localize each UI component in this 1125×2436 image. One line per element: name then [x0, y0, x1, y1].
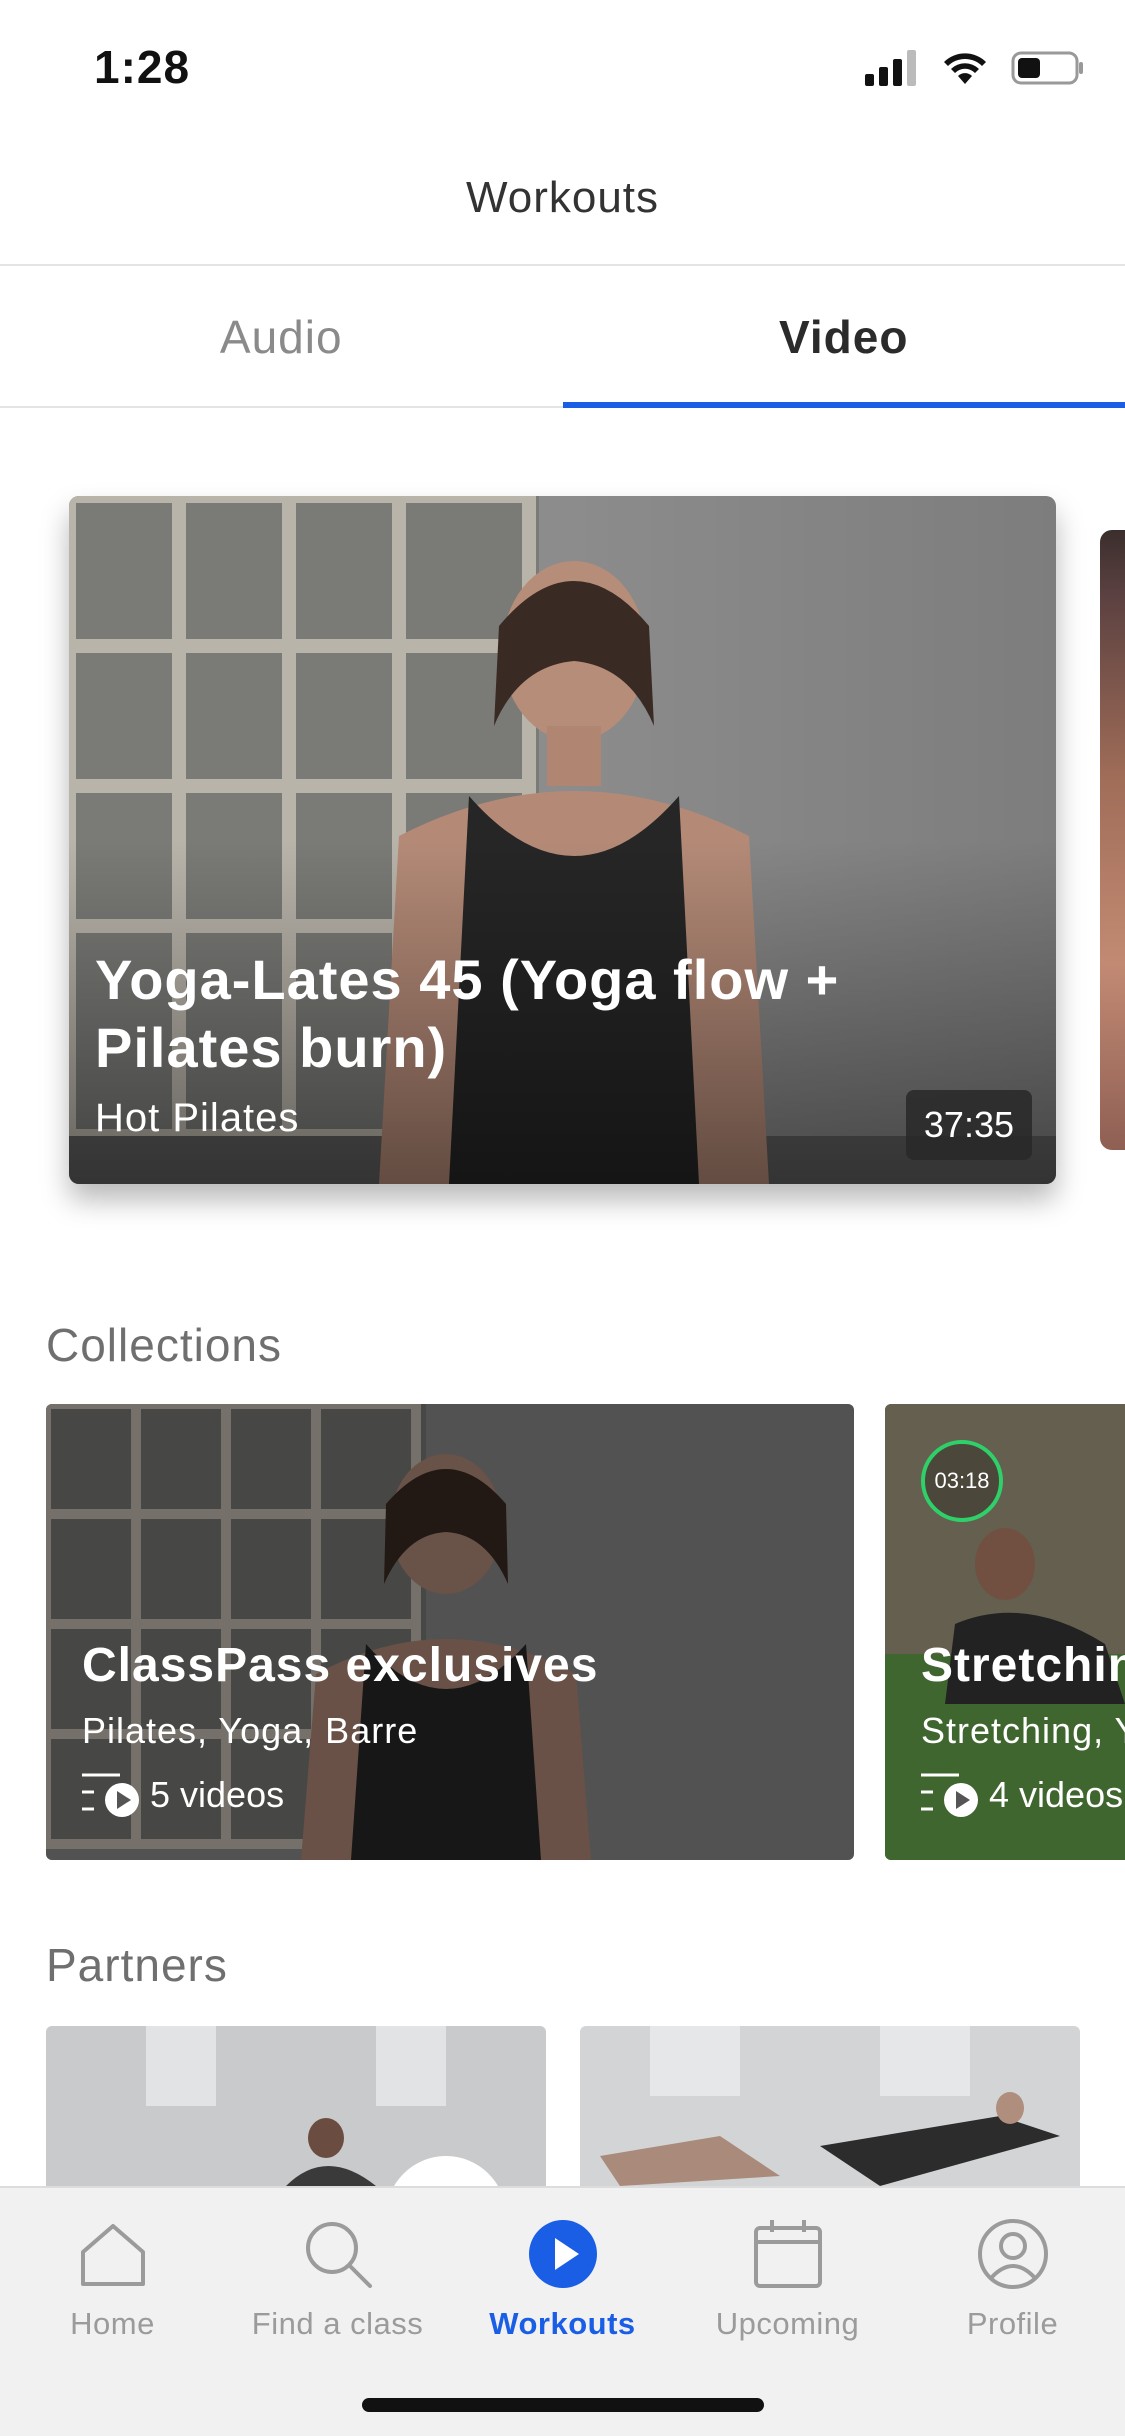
tab-video[interactable]: Video — [562, 268, 1125, 408]
tabbar-item-upcoming[interactable]: Upcoming — [675, 2212, 900, 2342]
tabbar-item-find-a-class[interactable]: Find a class — [225, 2212, 450, 2342]
status-bar: 1:28 — [0, 0, 1125, 132]
profile-icon — [971, 2212, 1055, 2296]
tabbar-label: Find a class — [251, 2306, 424, 2341]
tabbar-item-profile[interactable]: Profile — [900, 2212, 1125, 2342]
battery-icon — [1011, 51, 1083, 85]
partner-thumbnail — [46, 2026, 546, 2186]
partner-card[interactable] — [580, 2026, 1080, 2186]
collection-title: Stretching — [921, 1639, 1125, 1692]
bottom-tab-bar: Home Find a class Workouts Upcoming Prof… — [0, 2186, 1125, 2436]
tabbar-label: Workouts — [489, 2306, 636, 2341]
collections-heading: Collections — [46, 1319, 282, 1371]
collection-subtitle: Stretching, Yoga — [921, 1710, 1125, 1751]
featured-title: Yoga-Lates 45 (Yoga flow + Pilates burn) — [95, 948, 840, 1079]
tabbar-item-home[interactable]: Home — [0, 2212, 225, 2342]
next-featured-card-peek[interactable] — [1100, 530, 1125, 1150]
tab-audio[interactable]: Audio — [0, 268, 563, 406]
duration-badge: 37:35 — [905, 1090, 1032, 1160]
collection-video-count: 4 videos — [921, 1772, 1123, 1818]
collection-count-label: 4 videos — [989, 1774, 1124, 1815]
collection-title: ClassPass exclusives — [82, 1639, 599, 1692]
home-indicator[interactable] — [362, 2398, 764, 2412]
play-icon — [521, 2212, 605, 2296]
featured-video-card[interactable]: Yoga-Lates 45 (Yoga flow + Pilates burn)… — [69, 496, 1056, 1184]
partner-thumbnail — [580, 2026, 1080, 2186]
calendar-icon — [746, 2212, 830, 2296]
tabbar-label: Profile — [966, 2306, 1059, 2341]
collection-subtitle: Pilates, Yoga, Barre — [82, 1710, 419, 1751]
status-icons — [865, 50, 1085, 86]
timer-badge: 03:18 — [921, 1440, 1003, 1522]
playlist-icon — [82, 1773, 139, 1817]
playlist-icon — [921, 1773, 978, 1817]
collection-count-label: 5 videos — [150, 1774, 285, 1815]
partners-heading: Partners — [46, 1939, 228, 1991]
collection-card-classpass[interactable]: ClassPass exclusives Pilates, Yoga, Barr… — [46, 1404, 854, 1860]
tabbar-label: Upcoming — [715, 2306, 860, 2341]
featured-subtitle: Hot Pilates — [95, 1096, 300, 1140]
page-title: Workouts — [465, 173, 660, 222]
status-time: 1:28 — [94, 41, 191, 93]
collection-card-stretching[interactable]: 03:18 Stretching Stretching, Yoga 4 vide… — [885, 1404, 1125, 1860]
signal-icon — [865, 50, 916, 86]
search-icon — [296, 2212, 380, 2296]
header: Workouts — [0, 132, 1125, 266]
tabbar-item-workouts[interactable]: Workouts — [450, 2212, 675, 2342]
partner-card[interactable] — [46, 2026, 546, 2186]
home-icon — [71, 2212, 155, 2296]
segment-tabs: Audio Video — [0, 268, 1125, 408]
tabbar-label: Home — [70, 2306, 155, 2341]
wifi-icon — [944, 53, 986, 84]
collection-video-count: 5 videos — [82, 1772, 284, 1818]
